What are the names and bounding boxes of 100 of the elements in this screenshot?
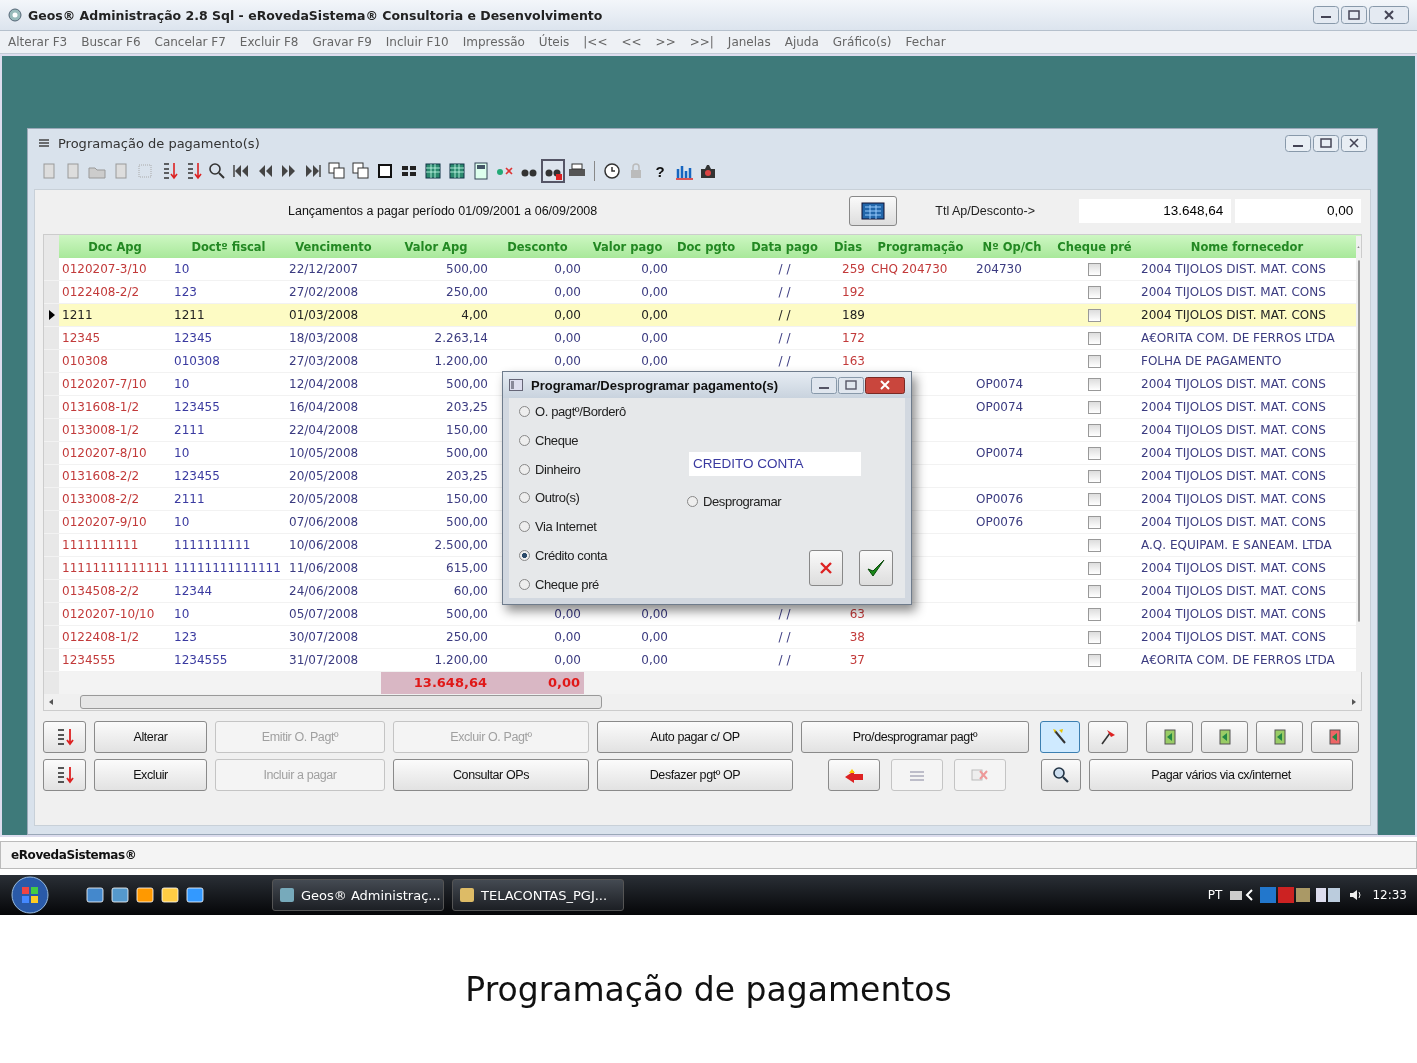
minimize-icon[interactable] (1313, 6, 1339, 24)
checkbox[interactable] (1088, 653, 1101, 667)
menu-item[interactable]: Úteis (538, 35, 570, 49)
folder-icon[interactable] (161, 886, 179, 904)
checkbox[interactable] (1088, 469, 1101, 483)
column-header[interactable]: Doc Apg (59, 239, 171, 254)
action-button[interactable]: Auto pagar c/ OP (597, 721, 793, 753)
table-row[interactable]: 1211 1211 01/03/2008 4,00 0,00 0,00 / / 189 2004 TIJOLOS DIST. MAT. CONS (44, 304, 1356, 327)
checkbox[interactable] (1088, 262, 1101, 276)
table-row[interactable]: 0122408-1/2 123 30/07/2008 250,00 0,00 0,00 / / 38 2004 TIJOLOS DIST. MAT. CONS (44, 626, 1356, 649)
close-icon[interactable] (865, 376, 905, 394)
menu-item[interactable]: >>| (689, 35, 714, 49)
table-row[interactable]: 010308 010308 27/03/2008 1.200,00 0,00 0,00 / / 163 FOLHA DE PAGAMENTO (44, 350, 1356, 373)
table-row[interactable]: 1234555 1234555 31/07/2008 1.200,00 0,00 0,00 / / 37 A€ORITA COM. DE FERROS LTDA (44, 649, 1356, 672)
taskbar-button[interactable]: TELACONTAS_PGJ... (452, 879, 624, 911)
action-button[interactable]: Alterar (94, 721, 207, 753)
radio-button[interactable]: Via Internet (519, 519, 679, 535)
checkbox[interactable] (1088, 331, 1101, 345)
radio-button[interactable]: Crédito conta (519, 548, 679, 564)
binoculars-icon[interactable] (542, 160, 564, 182)
table-row[interactable]: 0120207-3/10 10 22/12/2007 500,00 0,00 0,00 / / 259 CHQ 204730 204730 2004 TIJOLOS DIST. MAT. CONS (44, 258, 1356, 281)
column-header[interactable]: Valor pago (584, 239, 671, 254)
column-header[interactable]: Dias (828, 239, 868, 254)
maximize-icon[interactable] (1313, 134, 1339, 152)
close-icon[interactable] (1369, 6, 1409, 24)
menu-item[interactable]: Gráfico(s) (832, 35, 892, 49)
payment-type-field[interactable]: CREDITO CONTA (689, 452, 861, 476)
radio-button[interactable]: Cheque pré (519, 576, 679, 592)
column-header[interactable]: Cheque pré (1051, 239, 1138, 254)
menu-item[interactable]: Alterar F3 (8, 35, 68, 49)
checkbox[interactable] (1088, 561, 1101, 575)
clock[interactable]: 12:33 (1372, 888, 1407, 902)
maximize-icon[interactable] (838, 376, 864, 394)
checkbox[interactable] (1088, 400, 1101, 414)
sort-ascending-button[interactable] (43, 759, 86, 791)
menu-item[interactable]: Impressão (462, 35, 525, 49)
monitor-icon[interactable] (111, 886, 129, 904)
next-page-button[interactable] (1256, 721, 1303, 753)
checkbox[interactable] (1088, 354, 1101, 368)
radio-button[interactable]: O. pagtº/Borderô (519, 404, 679, 419)
row-header[interactable] (44, 304, 59, 326)
window-icon[interactable] (86, 886, 104, 904)
column-header[interactable]: Programação (868, 239, 973, 254)
confirm-button[interactable] (859, 550, 893, 586)
table-icon[interactable] (422, 160, 444, 182)
action-button[interactable]: Pro/desprogramar pagtº (801, 721, 1029, 753)
column-header[interactable]: Vencimento (286, 239, 381, 254)
checkbox[interactable] (1088, 584, 1101, 598)
checkbox[interactable] (1088, 285, 1101, 299)
last-page-button[interactable] (1311, 721, 1359, 753)
tray-icons-drawing[interactable] (1230, 886, 1341, 904)
language-indicator[interactable]: PT (1207, 888, 1223, 902)
column-header[interactable]: Doctº fiscal (171, 239, 286, 254)
menu-item[interactable]: Fechar (905, 35, 946, 49)
menu-item[interactable]: >> (655, 35, 676, 49)
help-button[interactable]: ? (649, 160, 671, 182)
menu-item[interactable]: |<< (583, 35, 608, 49)
checkbox[interactable] (1088, 308, 1101, 322)
checkbox[interactable] (1088, 630, 1101, 644)
menu-item[interactable]: Gravar F9 (312, 35, 372, 49)
action-button[interactable]: Desfazer pgtº OP (597, 759, 793, 791)
column-header[interactable]: Desconto (491, 239, 584, 254)
pin-button[interactable] (1088, 721, 1128, 753)
checkbox[interactable] (1088, 515, 1101, 529)
column-header[interactable]: Nº Op/Ch (973, 239, 1051, 254)
menu-item[interactable]: Ajuda (784, 35, 819, 49)
table-icon[interactable] (446, 160, 468, 182)
column-header[interactable]: Nome fornecedor (1138, 239, 1356, 254)
action-button[interactable]: Pagar vários via cx/internet (1089, 759, 1353, 791)
minimize-icon[interactable] (811, 376, 837, 394)
wand-button[interactable] (1040, 721, 1080, 753)
scrollbar-thumb[interactable] (80, 695, 602, 709)
action-button[interactable]: Excluir (94, 759, 207, 791)
checkbox[interactable] (1088, 423, 1101, 437)
arrow-button[interactable] (828, 759, 880, 791)
table-row[interactable]: 0122408-2/2 123 27/02/2008 250,00 0,00 0,00 / / 192 2004 TIJOLOS DIST. MAT. CONS (44, 281, 1356, 304)
browser-icon[interactable] (186, 886, 204, 904)
table-row[interactable]: 12345 12345 18/03/2008 2.263,14 0,00 0,00 / / 172 A€ORITA COM. DE FERROS LTDA (44, 327, 1356, 350)
action-button[interactable]: Consultar OPs (393, 759, 589, 791)
checkbox[interactable] (1088, 377, 1101, 391)
menu-item[interactable]: Excluir F8 (239, 35, 299, 49)
start-button[interactable] (10, 875, 50, 915)
scrollbar-thumb[interactable] (1358, 260, 1360, 622)
taskbar-button[interactable]: Geos® Administraç... (272, 879, 444, 911)
checkbox[interactable] (1088, 446, 1101, 460)
menu-item[interactable]: Buscar F6 (81, 35, 141, 49)
media-icon[interactable] (136, 886, 154, 904)
radio-button[interactable]: Cheque (519, 432, 679, 448)
radio-button[interactable]: Desprogramar (687, 494, 782, 509)
search-button[interactable] (1041, 759, 1081, 791)
clock-icon[interactable] (601, 160, 623, 182)
menu-item[interactable]: Cancelar F7 (154, 35, 226, 49)
column-header[interactable]: Valor Apg (381, 239, 491, 254)
copy-icon[interactable] (326, 160, 348, 182)
close-icon[interactable] (1341, 134, 1367, 152)
column-header[interactable]: Doc pgto (671, 239, 741, 254)
menu-item[interactable]: << (621, 35, 642, 49)
menu-item[interactable]: Incluir F10 (385, 35, 449, 49)
table-row[interactable]: 0120207-10/10 10 05/07/2008 500,00 0,00 0,00 / / 63 2004 TIJOLOS DIST. MAT. CONS (44, 603, 1356, 626)
menu-item[interactable]: Janelas (727, 35, 771, 49)
